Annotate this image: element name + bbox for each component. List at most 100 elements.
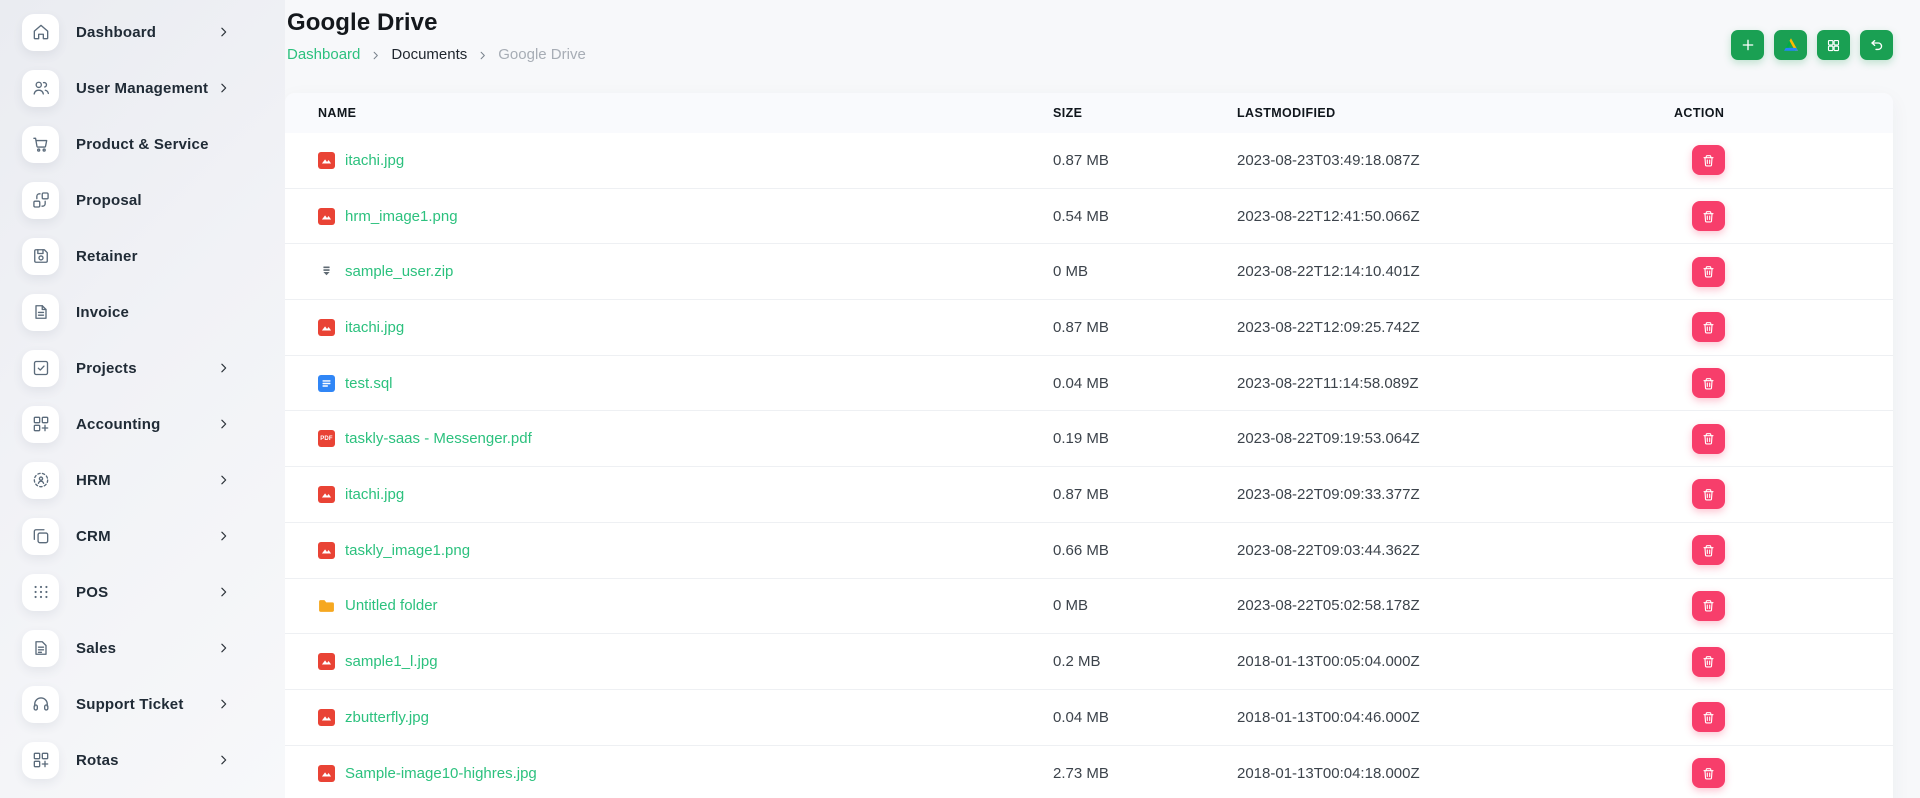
column-header-name: NAME — [318, 106, 357, 120]
cart-icon — [22, 125, 59, 163]
trash-icon — [1701, 431, 1716, 446]
sidebar-item-hrm[interactable]: HRM — [0, 452, 285, 508]
sidebar-item-proposal[interactable]: Proposal — [0, 172, 285, 228]
sidebar-item-pos[interactable]: POS — [0, 564, 285, 620]
file-name-link[interactable]: sample1_l.jpg — [345, 653, 438, 670]
sidebar-item-dashboard[interactable]: Dashboard — [0, 4, 285, 60]
trash-icon — [1701, 543, 1716, 558]
file-name-link[interactable]: test.sql — [345, 375, 393, 392]
file-name-link[interactable]: itachi.jpg — [345, 486, 404, 503]
file-last-modified: 2023-08-22T12:14:10.401Z — [1237, 263, 1420, 281]
delete-button[interactable] — [1692, 758, 1725, 789]
file-size: 0 MB — [1053, 263, 1089, 281]
file-name-link[interactable]: zbutterfly.jpg — [345, 709, 429, 726]
file-name-link[interactable]: itachi.jpg — [345, 319, 404, 336]
grid-plus-icon — [22, 741, 59, 779]
trash-icon — [1701, 153, 1716, 168]
delete-button[interactable] — [1692, 256, 1725, 287]
sidebar-item-support-ticket[interactable]: Support Ticket — [0, 676, 285, 732]
chevron-right-icon — [217, 474, 230, 487]
file-size: 0.04 MB — [1053, 374, 1109, 392]
sidebar-item-invoice[interactable]: Invoice — [0, 284, 285, 340]
grid-view-button[interactable] — [1817, 30, 1850, 60]
file-name-link[interactable]: sample_user.zip — [345, 263, 453, 280]
back-button[interactable] — [1860, 30, 1893, 60]
header-actions — [1731, 30, 1893, 60]
chevron-right-icon — [217, 530, 230, 543]
delete-button[interactable] — [1692, 423, 1725, 454]
file-name-cell: Untitled folder — [285, 597, 1053, 614]
sidebar-item-sales[interactable]: Sales — [0, 620, 285, 676]
file-action-cell — [1674, 479, 1893, 510]
file-icon — [22, 293, 59, 331]
file-last-modified: 2018-01-13T00:05:04.000Z — [1237, 653, 1420, 671]
file-size: 0.19 MB — [1053, 430, 1109, 448]
trash-icon — [1701, 487, 1716, 502]
sidebar-item-crm[interactable]: CRM — [0, 508, 285, 564]
file-name-link[interactable]: itachi.jpg — [345, 152, 404, 169]
breadcrumb-item-google-drive: Google Drive — [498, 46, 586, 63]
main-content: Google Drive Dashboard Documents Google Dr… — [285, 8, 1920, 798]
file-last-modified: 2023-08-22T09:19:53.064Z — [1237, 430, 1420, 448]
delete-button[interactable] — [1692, 590, 1725, 621]
image-file-icon — [318, 318, 335, 336]
delete-button[interactable] — [1692, 201, 1725, 232]
sidebar-item-user-management[interactable]: User Management — [0, 60, 285, 116]
chevron-right-icon — [217, 586, 230, 599]
file-action-cell — [1674, 201, 1893, 232]
delete-button[interactable] — [1692, 368, 1725, 399]
file-action-cell — [1674, 312, 1893, 343]
sidebar-item-label: Product & Service — [76, 135, 209, 153]
delete-button[interactable] — [1692, 646, 1725, 677]
sidebar-item-label: HRM — [76, 471, 111, 489]
delete-button[interactable] — [1692, 145, 1725, 176]
column-header-lastmodified: LASTMODIFIED — [1237, 106, 1336, 120]
sidebar-item-product-service[interactable]: Product & Service — [0, 116, 285, 172]
drive-logo-icon — [1782, 36, 1800, 54]
breadcrumb-item-dashboard[interactable]: Dashboard — [287, 46, 360, 64]
sidebar-item-accounting[interactable]: Accounting — [0, 396, 285, 452]
pdf-file-icon: PDF — [318, 430, 335, 448]
trash-icon — [1701, 598, 1716, 613]
page-header: Google Drive Dashboard Documents Google Dr… — [285, 8, 1893, 64]
file-action-cell — [1674, 646, 1893, 677]
file-name-cell: hrm_image1.png — [285, 207, 1053, 225]
image-file-icon — [318, 541, 335, 559]
file-name-link[interactable]: Untitled folder — [345, 597, 438, 614]
trash-icon — [1701, 710, 1716, 725]
file-name-link[interactable]: Sample-image10-highres.jpg — [345, 765, 537, 782]
file-size: 0.54 MB — [1053, 207, 1109, 225]
chevron-right-icon — [217, 82, 230, 95]
trash-icon — [1701, 320, 1716, 335]
delete-button[interactable] — [1692, 479, 1725, 510]
file-lines-icon — [22, 629, 59, 667]
image-file-icon — [318, 485, 335, 503]
sidebar-item-retainer[interactable]: Retainer — [0, 228, 285, 284]
file-action-cell — [1674, 256, 1893, 287]
chevron-right-icon — [477, 50, 488, 61]
save-icon — [22, 237, 59, 275]
file-name-cell: taskly_image1.png — [285, 541, 1053, 559]
file-name-link[interactable]: taskly-saas - Messenger.pdf — [345, 430, 532, 447]
image-file-icon — [318, 151, 335, 169]
check-square-icon — [22, 349, 59, 387]
sidebar-item-label: Dashboard — [76, 23, 157, 41]
trash-icon — [1701, 766, 1716, 781]
delete-button[interactable] — [1692, 702, 1725, 733]
file-last-modified: 2023-08-22T11:14:58.089Z — [1237, 374, 1419, 392]
delete-button[interactable] — [1692, 535, 1725, 566]
file-last-modified: 2018-01-13T00:04:18.000Z — [1237, 764, 1420, 782]
google-drive-button[interactable] — [1774, 30, 1807, 60]
breadcrumb-item-documents[interactable]: Documents — [391, 46, 467, 64]
delete-button[interactable] — [1692, 312, 1725, 343]
sidebar-item-projects[interactable]: Projects — [0, 340, 285, 396]
create-new-button[interactable] — [1731, 30, 1764, 60]
file-name-link[interactable]: hrm_image1.png — [345, 208, 458, 225]
file-name-link[interactable]: taskly_image1.png — [345, 542, 470, 559]
file-size: 0.66 MB — [1053, 541, 1109, 559]
file-size: 0.2 MB — [1053, 653, 1101, 671]
trash-icon — [1701, 376, 1716, 391]
sidebar-item-label: Sales — [76, 639, 117, 657]
sidebar-item-rotas[interactable]: Rotas — [0, 732, 285, 788]
file-name-cell: Sample-image10-highres.jpg — [285, 764, 1053, 782]
